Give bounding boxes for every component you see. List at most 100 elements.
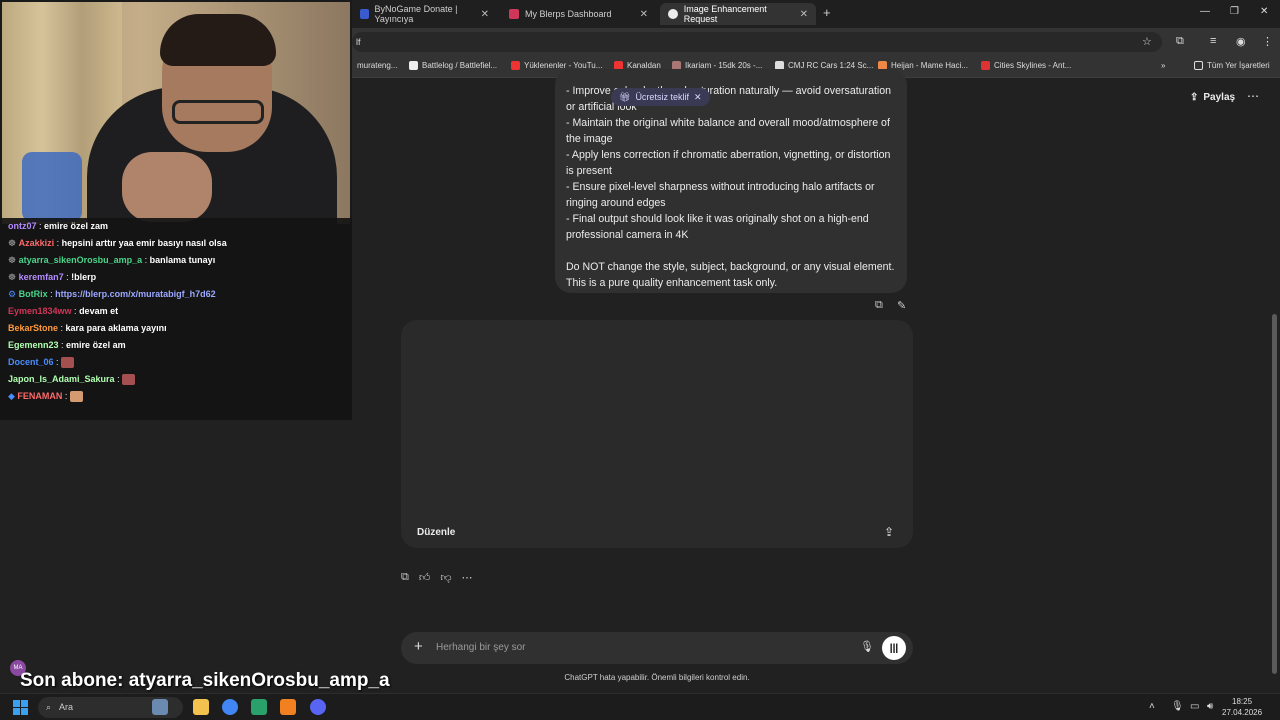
thumbs-down-icon[interactable]: 👎︎: [440, 571, 451, 584]
search-icon: ⌕: [46, 702, 52, 712]
bookmark-item[interactable]: murateng...: [357, 61, 397, 70]
mic-icon[interactable]: 🎙︎: [1171, 701, 1184, 712]
chat-message: ontz07 : emire özel zam: [8, 221, 109, 231]
chat-username: keremfan7: [18, 272, 64, 282]
minimize-icon[interactable]: —: [1200, 6, 1210, 17]
bookmarks-overflow-icon[interactable]: »: [1161, 61, 1165, 70]
chat-message: Egemenn23 : emire özel am: [8, 340, 126, 350]
chat-username: BotRix: [18, 289, 48, 299]
url-input[interactable]: lf: [352, 32, 1162, 52]
bookmark-favicon: [409, 61, 418, 70]
app-icon[interactable]: [251, 699, 267, 715]
chat-username: ontz07: [8, 221, 37, 231]
close-icon[interactable]: ✕: [640, 9, 648, 20]
free-offer-badge[interactable]: 🎁︎ Ücretsiz teklif ✕: [611, 88, 710, 106]
share-label: Paylaş: [1203, 92, 1236, 103]
chevron-up-icon[interactable]: ˄: [1149, 701, 1155, 712]
edit-icon[interactable]: ✎: [897, 299, 906, 312]
thumbs-up-icon[interactable]: 👍︎: [419, 571, 431, 584]
chat-text: hepsini arttır yaa emir basıyı nasıl ols…: [61, 238, 227, 248]
mic-icon[interactable]: 🎙︎: [860, 640, 874, 653]
chat-username: FENAMAN: [17, 391, 63, 401]
copy-icon[interactable]: ⧉: [875, 299, 883, 312]
tab-bynogame[interactable]: ByNoGame Donate | Yayıncıya ✕: [352, 3, 497, 25]
bookmark-folder[interactable]: Tüm Yer İşaretleri: [1194, 61, 1270, 70]
network-icon[interactable]: ▭: [1190, 701, 1199, 712]
badge-label: Ücretsiz teklif: [635, 92, 689, 102]
user-message-bubble: - Improve color depth and saturation nat…: [555, 69, 907, 293]
edit-image-button[interactable]: Düzenle: [417, 527, 455, 538]
folder-icon: [1194, 61, 1203, 70]
windows-taskbar: ⌕ Ara ˄ 🎙︎ ▭ 🔊︎ 18:25 27.04.2026: [0, 693, 1280, 720]
prompt-line: - Maintain the original white balance an…: [566, 117, 890, 145]
plus-icon[interactable]: +: [414, 638, 423, 655]
message-composer[interactable]: + Herhangi bir şey sor 🎙︎ |||: [401, 632, 913, 664]
chat-message: BekarStone : kara para aklama yayını: [8, 323, 167, 333]
more-options-icon[interactable]: ⋯: [1247, 89, 1259, 103]
profile-icon[interactable]: ◉: [1236, 35, 1246, 48]
chat-username: Japon_Is_Adami_Sakura: [8, 374, 115, 384]
stream-chat-overlay: ontz07 : emire özel zam ☸ Azakkizi : hep…: [0, 218, 352, 420]
extensions-icon[interactable]: ⧉: [1176, 35, 1184, 48]
chat-text: devam et: [79, 306, 119, 316]
chat-username: Azakkizi: [18, 238, 55, 248]
generated-image-placeholder[interactable]: Düzenle ⇪: [401, 320, 913, 548]
url-text: lf: [356, 37, 361, 47]
discord-icon[interactable]: [310, 699, 326, 715]
widgets-icon[interactable]: [152, 699, 168, 715]
chat-text: emire özel zam: [44, 221, 109, 231]
taskbar-clock[interactable]: 18:25 27.04.2026: [1222, 696, 1262, 718]
webcam-overlay: [0, 0, 352, 226]
volume-icon[interactable]: 🔊︎: [1207, 701, 1213, 712]
new-tab-icon[interactable]: +: [823, 5, 831, 20]
clock-date: 27.04.2026: [1222, 708, 1263, 717]
prompt-line: [566, 243, 896, 259]
chat-username: Eymen1834ww: [8, 306, 72, 316]
windows-start-icon[interactable]: [13, 700, 28, 715]
voice-mode-button[interactable]: |||: [882, 636, 906, 660]
badge-icon: ☸: [8, 238, 19, 248]
desktop: ByNoGame Donate | Yayıncıya ✕ My Blerps …: [0, 0, 1280, 720]
prompt-line: - Ensure pixel-level sharpness without i…: [566, 181, 875, 209]
emote-icon: [122, 374, 136, 386]
webcam-streamer-glasses: [172, 100, 264, 124]
tab-title: My Blerps Dashboard: [525, 9, 612, 19]
gift-icon: 🎁︎: [619, 91, 631, 102]
star-icon[interactable]: ☆: [1142, 35, 1152, 48]
badge-icon: ◆: [8, 391, 18, 401]
search-label: Ara: [59, 702, 74, 712]
file-explorer-icon[interactable]: [193, 699, 209, 715]
close-icon[interactable]: ✕: [800, 9, 808, 20]
maximize-icon[interactable]: ❐: [1230, 6, 1239, 17]
share-icon: ⇪: [1190, 92, 1199, 103]
bookmark-label: Tüm Yer İşaretleri: [1207, 61, 1270, 70]
share-button[interactable]: ⇪ Paylaş: [1190, 92, 1235, 103]
chat-link[interactable]: https://blerp.com/x/muratabigf_h7d62: [55, 289, 216, 299]
webcam-streamer-hand: [122, 152, 212, 222]
media-icon[interactable]: ≡: [1210, 35, 1216, 47]
tab-image-enhancement[interactable]: Image Enhancement Request ✕: [660, 3, 816, 25]
scrollbar[interactable]: [1272, 314, 1277, 674]
copy-icon[interactable]: ⧉: [401, 571, 409, 584]
chrome-icon[interactable]: [222, 699, 238, 715]
close-icon[interactable]: ✕: [481, 9, 489, 20]
menu-icon[interactable]: ⋮: [1262, 35, 1273, 48]
upload-icon[interactable]: ⇪: [884, 525, 894, 539]
close-icon[interactable]: ✕: [694, 92, 702, 103]
tab-title: ByNoGame Donate | Yayıncıya: [374, 4, 458, 24]
composer-placeholder: Herhangi bir şey sor: [436, 642, 526, 653]
bookmark-item[interactable]: Cities Skylines - Ant...: [981, 61, 1071, 70]
bookmark-item[interactable]: Battlelog / Battlefiel...: [409, 61, 497, 70]
tab-favicon: [668, 9, 678, 19]
webcam-streamer-hair: [160, 14, 276, 66]
badge-icon: ☸: [8, 255, 19, 265]
window-close-icon[interactable]: ✕: [1260, 6, 1268, 17]
chat-text: kara para aklama yayını: [65, 323, 167, 333]
vlc-icon[interactable]: [280, 699, 296, 715]
tab-blerps[interactable]: My Blerps Dashboard ✕: [501, 3, 656, 25]
chat-message: ☸ Azakkizi : hepsini arttır yaa emir bas…: [8, 238, 227, 248]
chat-username: Docent_06: [8, 357, 54, 367]
more-options-icon[interactable]: ⋯: [462, 571, 473, 584]
tab-title: Image Enhancement Request: [683, 4, 767, 24]
chat-message: ☸ atyarra_sikenOrosbu_amp_a : banlama tu…: [8, 255, 216, 265]
